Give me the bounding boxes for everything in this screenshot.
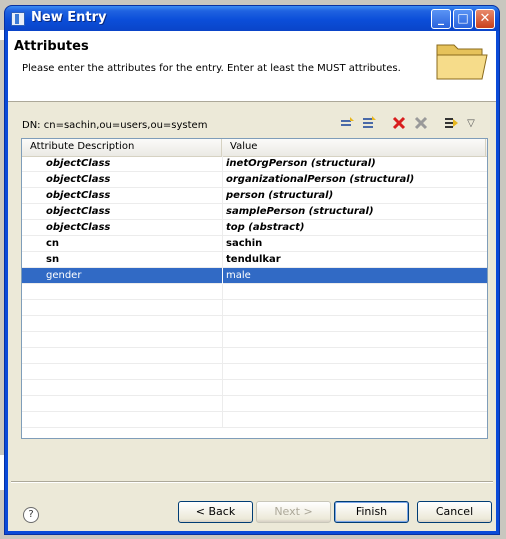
app-icon xyxy=(11,12,25,26)
new-entry-dialog: New Entry _ □ ✕ Attributes Please enter … xyxy=(4,5,500,535)
empty-row xyxy=(22,284,487,300)
back-button[interactable]: < Back xyxy=(178,501,253,523)
value-cell: inetOrgPerson (structural) xyxy=(226,158,376,169)
empty-row xyxy=(22,332,487,348)
value-cell: sachin xyxy=(226,238,263,249)
finish-button[interactable]: Finish xyxy=(334,501,409,523)
close-button[interactable]: ✕ xyxy=(475,9,495,29)
attribute-cell: gender xyxy=(46,270,82,281)
column-divider xyxy=(222,268,223,284)
edit-value-icon[interactable] xyxy=(442,115,460,133)
attributes-table[interactable]: Attribute Description Value objectClass … xyxy=(21,138,488,439)
table-row[interactable]: objectClass inetOrgPerson (structural) xyxy=(22,156,487,172)
new-attribute-icon[interactable] xyxy=(338,115,356,133)
table-row-selected[interactable]: gender male xyxy=(22,268,487,284)
table-row[interactable]: objectClass organizationalPerson (struct… xyxy=(22,172,487,188)
new-value-icon[interactable] xyxy=(360,115,378,133)
table-header: Attribute Description Value xyxy=(22,139,487,157)
column-divider xyxy=(222,348,223,364)
column-divider xyxy=(222,188,223,204)
empty-row xyxy=(22,316,487,332)
attribute-cell: objectClass xyxy=(46,174,111,185)
attribute-cell: sn xyxy=(46,254,60,265)
view-menu-icon[interactable]: ▽ xyxy=(462,115,480,133)
empty-row xyxy=(22,396,487,412)
attribute-cell: cn xyxy=(46,238,60,249)
value-cell: male xyxy=(226,270,251,281)
page-title: Attributes xyxy=(14,39,89,54)
dn-label: DN: cn=sachin,ou=users,ou=system xyxy=(22,120,208,131)
column-divider xyxy=(222,316,223,332)
cancel-button[interactable]: Cancel xyxy=(417,501,492,523)
column-divider xyxy=(222,300,223,316)
attribute-cell: objectClass xyxy=(46,222,111,233)
column-divider xyxy=(222,220,223,236)
empty-row xyxy=(22,380,487,396)
delete-all-icon[interactable] xyxy=(412,115,430,133)
table-row[interactable]: sn tendulkar xyxy=(22,252,487,268)
column-divider xyxy=(222,172,223,188)
value-cell: samplePerson (structural) xyxy=(226,206,374,217)
empty-row xyxy=(22,364,487,380)
column-divider xyxy=(222,284,223,300)
page-description: Please enter the attributes for the entr… xyxy=(22,63,401,74)
column-divider xyxy=(222,204,223,220)
empty-row xyxy=(22,412,487,428)
value-cell: person (structural) xyxy=(226,190,334,201)
column-divider xyxy=(222,332,223,348)
table-row[interactable]: cn sachin xyxy=(22,236,487,252)
maximize-button[interactable]: □ xyxy=(453,9,473,29)
column-divider xyxy=(222,412,223,428)
table-row[interactable]: objectClass top (abstract) xyxy=(22,220,487,236)
attribute-cell: objectClass xyxy=(46,158,111,169)
value-cell: top (abstract) xyxy=(226,222,305,233)
column-divider xyxy=(222,364,223,380)
button-bar-separator xyxy=(11,481,493,483)
value-cell: organizationalPerson (structural) xyxy=(226,174,415,185)
delete-icon[interactable] xyxy=(390,115,408,133)
column-header-value[interactable]: Value xyxy=(222,139,486,156)
wizard-header: Attributes Please enter the attributes f… xyxy=(8,31,496,102)
column-divider xyxy=(222,380,223,396)
column-divider xyxy=(222,252,223,268)
empty-row xyxy=(22,348,487,364)
table-row[interactable]: objectClass samplePerson (structural) xyxy=(22,204,487,220)
value-cell: tendulkar xyxy=(226,254,281,265)
column-divider xyxy=(222,396,223,412)
title-bar[interactable]: New Entry _ □ ✕ xyxy=(5,6,499,31)
attribute-cell: objectClass xyxy=(46,206,111,217)
folder-icon xyxy=(436,44,488,80)
column-header-attribute[interactable]: Attribute Description xyxy=(22,139,222,156)
dialog-body: Attributes Please enter the attributes f… xyxy=(8,31,496,531)
column-divider xyxy=(222,236,223,252)
attribute-cell: objectClass xyxy=(46,190,111,201)
column-divider xyxy=(222,156,223,172)
window-title: New Entry xyxy=(31,10,107,25)
table-row[interactable]: objectClass person (structural) xyxy=(22,188,487,204)
empty-row xyxy=(22,300,487,316)
minimize-button[interactable]: _ xyxy=(431,9,451,29)
attributes-toolbar: ▽ xyxy=(338,115,488,135)
next-button[interactable]: Next > xyxy=(256,501,331,523)
help-icon[interactable]: ? xyxy=(23,507,39,523)
